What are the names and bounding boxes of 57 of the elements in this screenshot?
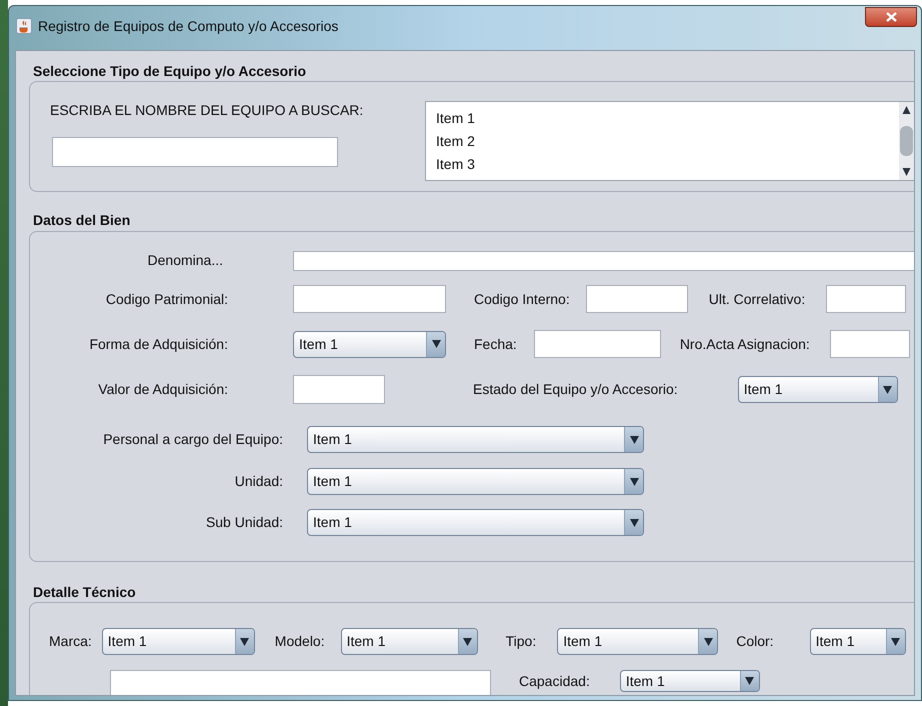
field-label: Color: xyxy=(736,632,774,651)
list-item[interactable]: Item 2 xyxy=(436,130,899,153)
dropdown[interactable]: Item 1 xyxy=(307,509,644,536)
dropdown[interactable]: Item 1 xyxy=(307,468,644,495)
close-icon xyxy=(886,12,896,22)
text-field[interactable] xyxy=(830,330,910,358)
dropdown-arrow-icon xyxy=(432,340,440,348)
list-item[interactable]: Item 1 xyxy=(436,107,899,130)
field-label: Forma de Adquisición: xyxy=(89,334,228,354)
field-label: Denomina... xyxy=(148,251,223,270)
dropdown-arrow-icon xyxy=(240,638,250,646)
dropdown-arrow-icon xyxy=(704,638,713,646)
text-field[interactable] xyxy=(534,330,661,358)
dropdown[interactable]: Item 1 xyxy=(340,628,478,655)
text-field[interactable] xyxy=(293,285,446,313)
list-item[interactable]: Item 3 xyxy=(436,153,899,176)
field-label: Valor de Adquisición: xyxy=(98,380,228,399)
field-label: Codigo Interno: xyxy=(474,290,570,309)
field-label: Capacidad: xyxy=(519,673,590,689)
dropdown-arrow-icon xyxy=(630,518,638,526)
dropdown[interactable]: Item 1 xyxy=(738,376,898,403)
window-title: Registro de Equipos de Computo y/o Accesorios xyxy=(38,16,338,36)
dropdown-arrow-icon xyxy=(883,386,892,394)
dropdown-arrow-icon xyxy=(630,436,638,444)
field-label: Modelo: xyxy=(274,632,325,651)
field-label: Marca: xyxy=(49,632,92,651)
text-field[interactable] xyxy=(110,670,491,695)
java-cup-icon xyxy=(16,18,32,34)
field-label: Codigo Patrimonial: xyxy=(106,290,228,309)
field-label: Fecha: xyxy=(474,334,517,354)
field-label: ESCRIBA EL NOMBRE DEL EQUIPO A BUSCAR: xyxy=(50,102,364,118)
field-label: Sub Unidad: xyxy=(206,513,283,532)
dropdown-arrow-icon xyxy=(630,478,638,486)
search-field[interactable] xyxy=(52,137,338,167)
section-title: Detalle Técnico xyxy=(33,584,136,600)
dropdown[interactable]: Item 1 xyxy=(620,670,760,692)
dropdown[interactable]: Item 1 xyxy=(102,628,255,655)
close-button[interactable] xyxy=(865,7,917,27)
field-label: Nro.Acta Asignacion: xyxy=(680,334,810,354)
field-label: Estado del Equipo y/o Accesorio: xyxy=(473,380,678,399)
text-field[interactable] xyxy=(826,285,906,313)
field-label: Ult. Correlativo: xyxy=(708,290,806,308)
text-field[interactable] xyxy=(293,375,385,404)
section-title: Datos del Bien xyxy=(33,212,130,228)
dropdown-arrow-icon xyxy=(891,638,900,646)
dropdown[interactable]: Item 1 xyxy=(293,330,446,358)
field-label: Personal a cargo del Equipo: xyxy=(103,430,283,449)
field-label: Tipo: xyxy=(506,632,536,651)
dropdown-arrow-icon xyxy=(745,677,754,685)
dropdown[interactable]: Item 1 xyxy=(557,628,718,655)
dropdown-arrow-icon xyxy=(463,638,472,646)
dropdown[interactable]: Item 1 xyxy=(810,628,906,655)
section-title: Seleccione Tipo de Equipo y/o Accesorio xyxy=(33,63,306,79)
field-label: Unidad: xyxy=(234,472,283,491)
text-field[interactable] xyxy=(293,250,914,270)
text-field[interactable] xyxy=(586,285,688,313)
dropdown[interactable]: Item 1 xyxy=(307,426,644,453)
